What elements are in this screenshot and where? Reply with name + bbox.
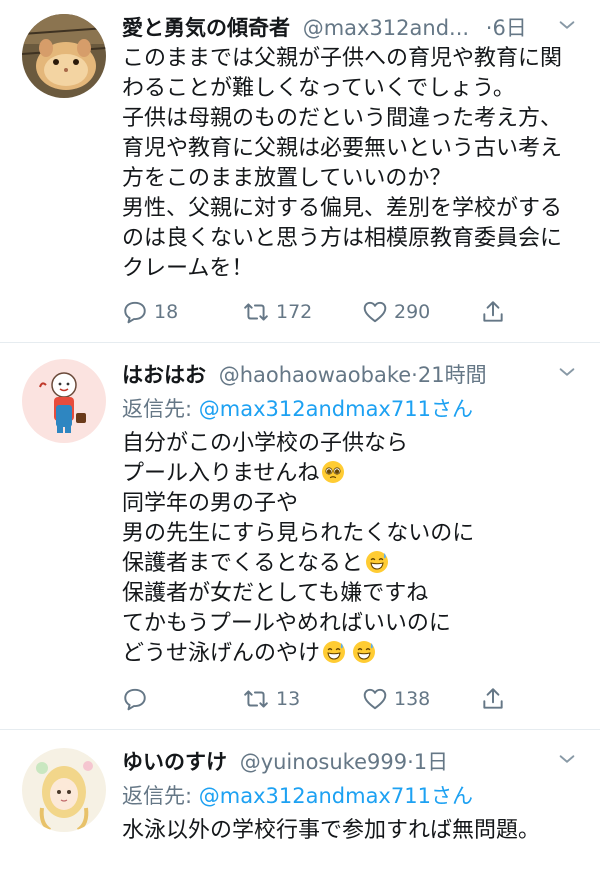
share-button[interactable] (480, 297, 506, 327)
tweet-line-text: 保護者までくるとなると (122, 551, 363, 576)
like-count: 138 (394, 688, 431, 710)
chevron-down-icon[interactable] (556, 748, 578, 770)
tweet-line: 方をこのまま放置していいのか？ (122, 166, 452, 191)
heart-icon (362, 686, 388, 712)
tweet-line: わることが難しくなっていくでしょう。 (122, 76, 515, 101)
retweet-count: 172 (276, 301, 313, 323)
tweet-text: このままでは父親が子供への育児や教育に関 わることが難しくなっていくでしょう。 … (122, 44, 586, 284)
share-button[interactable] (480, 684, 506, 714)
grinning-sweat-emoji-icon (322, 640, 346, 664)
tweet-line: 男性、父親に対する偏見、差別を学校がする (122, 196, 563, 221)
grinning-sweat-emoji-icon (365, 550, 389, 574)
chevron-down-icon[interactable] (556, 361, 578, 383)
reply-icon (122, 686, 148, 712)
tweet[interactable]: 愛と勇気の傾奇者 @max312and... ·6日 このままでは父親が子供への… (0, 0, 600, 343)
like-button[interactable]: 138 (362, 684, 430, 714)
reply-context: 返信先: @max312andmax711さん (122, 393, 473, 423)
reply-icon (122, 299, 148, 325)
reply-prefix: 返信先: (122, 397, 199, 421)
heart-icon (362, 299, 388, 325)
retweet-count: 13 (276, 688, 301, 710)
avatar[interactable] (22, 14, 106, 98)
like-count: 290 (394, 301, 431, 323)
tweet-line: クレームを！ (122, 256, 254, 281)
user-handle[interactable]: @max312and... (303, 16, 469, 40)
retweet-button[interactable]: 13 (242, 684, 300, 714)
action-bar: 18 172 290 (122, 297, 580, 327)
tweet-line: 子供は母親のものだという間違った考え方、 (122, 106, 563, 131)
separator: · (411, 363, 418, 387)
separator: · (407, 750, 414, 774)
retweet-icon (242, 686, 270, 712)
tweet-line: 男の先生にすら見られたくないのに (122, 521, 475, 546)
reply-to-link[interactable]: @max312andmax711さん (199, 784, 473, 808)
tweet-line: 保護者までくるとなると (122, 549, 586, 579)
tweet-line: 自分がこの小学校の子供なら (122, 431, 409, 456)
share-icon (480, 686, 506, 712)
display-name[interactable]: ゆいのすけ (122, 750, 227, 774)
tweet-line: プール入りませんね (122, 459, 586, 489)
pleading-face-emoji-icon (321, 460, 345, 484)
reply-to-link[interactable]: @max312andmax711さん (199, 397, 473, 421)
timestamp[interactable]: 1日 (414, 750, 448, 774)
retweet-button[interactable]: 172 (242, 297, 312, 327)
user-handle[interactable]: @haohaowaobake (219, 363, 411, 387)
tweet-text: 水泳以外の学校行事で参加すれば無問題。 (122, 816, 586, 846)
tweet-line: てかもうプールやめればいいのに (122, 611, 451, 636)
reply-count: 18 (154, 301, 179, 323)
tweet-line: 育児や教育に父親は必要無いという古い考え (122, 136, 563, 161)
tweet[interactable]: ゆいのすけ @yuinosuke999·1日 返信先: @max312andma… (0, 730, 600, 876)
tweet-line: このままでは父親が子供への育児や教育に関 (122, 46, 563, 71)
chevron-down-icon[interactable] (556, 14, 578, 36)
reply-context: 返信先: @max312andmax711さん (122, 780, 473, 810)
tweet-header: 愛と勇気の傾奇者 @max312and... ·6日 (122, 12, 580, 46)
tweet-line-text: どうせ泳げんのやけ (122, 641, 321, 666)
avatar[interactable] (22, 359, 106, 443)
user-handle[interactable]: @yuinosuke999 (240, 750, 407, 774)
retweet-icon (242, 299, 270, 325)
tweet[interactable]: はおはお @haohaowaobake·21時間 返信先: @max312and… (0, 343, 600, 730)
tweet-line: どうせ泳げんのやけ (122, 639, 586, 669)
reply-button[interactable] (122, 684, 154, 714)
avatar[interactable] (22, 748, 106, 832)
tweet-header: ゆいのすけ @yuinosuke999·1日 (122, 746, 580, 780)
reply-prefix: 返信先: (122, 784, 199, 808)
timestamp[interactable]: 6日 (492, 16, 526, 40)
tweet-line: 水泳以外の学校行事で参加すれば無問題。 (122, 818, 541, 843)
display-name[interactable]: はおはお (122, 363, 206, 387)
tweet-header: はおはお @haohaowaobake·21時間 (122, 359, 580, 393)
grinning-sweat-emoji-icon (352, 640, 376, 664)
display-name[interactable]: 愛と勇気の傾奇者 (122, 16, 290, 40)
timestamp[interactable]: 21時間 (418, 363, 487, 387)
tweet-line: 保護者が女だとしても嫌ですね (122, 581, 429, 606)
reply-button[interactable]: 18 (122, 297, 178, 327)
like-button[interactable]: 290 (362, 297, 430, 327)
share-icon (480, 299, 506, 325)
tweet-line: 同学年の男の子や (122, 491, 299, 516)
action-bar: 13 138 (122, 684, 580, 714)
tweet-text: 自分がこの小学校の子供なら プール入りませんね 同学年の男の子や 男の先生にすら… (122, 429, 586, 669)
tweet-line-text: プール入りませんね (122, 461, 320, 486)
tweet-line: のは良くないと思う方は相模原教育委員会に (122, 226, 563, 251)
